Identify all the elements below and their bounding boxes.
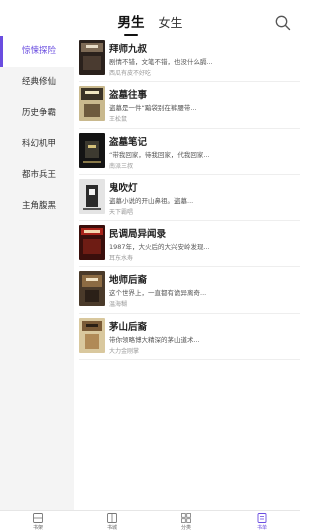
sidebar-item-xianxia[interactable]: 经典修仙 (0, 67, 74, 98)
book-cover (79, 178, 105, 214)
sidebar-item-label: 历史争霸 (22, 108, 57, 118)
nav-label: 书城 (106, 525, 117, 531)
book-cover (79, 40, 105, 75)
book-description: 盗墓是一件“黯袋别在裤腰带... (109, 104, 197, 113)
sidebar-item-scifi[interactable]: 科幻机甲 (0, 129, 74, 160)
book-description: 这个世界上，一直都有诡异离奇... (109, 289, 207, 298)
sidebar-item-thriller[interactable]: 惊悚探险 (0, 36, 74, 67)
category-sidebar: 惊悚探险 经典修仙 历史争霸 科幻机甲 都市兵王 主角腹黑 (0, 36, 74, 510)
book-title: 盗墓笔记 (109, 136, 148, 148)
book-description: 1987年，大火后的大兴安岭发现... (109, 243, 210, 252)
nav-label: 书单 (256, 525, 267, 531)
sidebar-item-history[interactable]: 历史争霸 (0, 98, 74, 129)
book-author: 天下霸唱 (109, 208, 134, 216)
book-title: 地师后裔 (109, 275, 148, 287)
book-description: 带你领略博大精深的茅山道术... (109, 335, 200, 344)
book-item[interactable]: 盗墓笔记 “带我回家，待我回家，代我回家... 南派三叔 (74, 129, 300, 176)
nav-bookshelf[interactable]: 书架 (18, 511, 58, 532)
sidebar-item-label: 科幻机甲 (22, 139, 57, 149)
book-item[interactable]: 民调局异闻录 1987年，大火后的大兴安岭发现... 耳东水寿 (74, 221, 300, 268)
nav-bookstore[interactable]: 书城 (92, 511, 132, 532)
book-title: 鬼吹灯 (109, 182, 138, 194)
bookshelf-icon (33, 513, 43, 523)
tab-female[interactable]: 女生 (158, 14, 182, 32)
book-cover (79, 225, 105, 261)
sidebar-item-scheming[interactable]: 主角腹黑 (0, 191, 74, 222)
book-item[interactable]: 盗墓往事 盗墓是一件“黯袋别在裤腰带... 王松鼠 (74, 82, 300, 129)
book-title: 茅山后裔 (109, 321, 148, 333)
book-author: 南派三叔 (109, 162, 134, 170)
book-description: 剧情不错，文笔不错，也没什么膈... (109, 58, 213, 66)
book-item[interactable]: 鬼吹灯 盗墓小说的开山鼻祖。盗墓... 天下霸唱 (74, 175, 300, 222)
book-item[interactable]: 拜师九叔 剧情不错，文笔不错，也没什么膈... 西瓜有皮不好吃 (74, 36, 300, 83)
book-cover (79, 86, 105, 122)
book-item[interactable]: 茅山后裔 带你领略博大精深的茅山道术... 大力金刚掌 (74, 314, 300, 361)
search-button[interactable] (274, 14, 292, 32)
book-author: 耳东水寿 (109, 255, 134, 263)
sidebar-item-label: 经典修仙 (22, 77, 57, 87)
nav-category[interactable]: 分类 (166, 511, 206, 532)
book-cover (79, 271, 105, 307)
book-title: 盗墓往事 (109, 90, 148, 102)
book-list: 拜师九叔 剧情不错，文笔不错，也没什么膈... 西瓜有皮不好吃 盗墓往事 盗墓是… (74, 36, 300, 510)
book-description: 盗墓小说的开山鼻祖。盗墓... (109, 196, 194, 205)
tab-male[interactable]: 男生 (117, 14, 144, 36)
gender-tabs: 男生 女生 (0, 14, 300, 36)
book-author: 温海糊 (109, 301, 128, 309)
sidebar-item-urban[interactable]: 都市兵王 (0, 160, 74, 191)
search-icon (275, 15, 291, 31)
sidebar-item-label: 惊悚探险 (22, 46, 57, 56)
nav-label: 书架 (32, 525, 43, 531)
nav-booklist[interactable]: 书单 (242, 511, 282, 532)
category-icon (181, 513, 191, 523)
book-description: “带我回家，待我回家，代我回家... (109, 150, 210, 159)
sidebar-item-label: 主角腹黑 (22, 201, 57, 211)
booklist-icon (257, 513, 267, 523)
book-title: 拜师九叔 (109, 44, 148, 55)
book-author: 西瓜有皮不好吃 (109, 70, 152, 77)
bottom-nav: 书架 书城 分类 书单 (0, 510, 300, 532)
book-cover (79, 317, 105, 353)
book-cover (79, 132, 105, 168)
book-author: 王松鼠 (109, 116, 128, 124)
top-header: 男生 女生 (0, 0, 300, 36)
sidebar-item-label: 都市兵王 (22, 170, 57, 180)
bookstore-icon (107, 513, 117, 523)
book-title: 民调局异闻录 (109, 229, 167, 241)
book-item[interactable]: 地师后裔 这个世界上，一直都有诡异离奇... 温海糊 (74, 267, 300, 315)
nav-label: 分类 (180, 525, 191, 531)
book-author: 大力金刚掌 (109, 347, 140, 355)
